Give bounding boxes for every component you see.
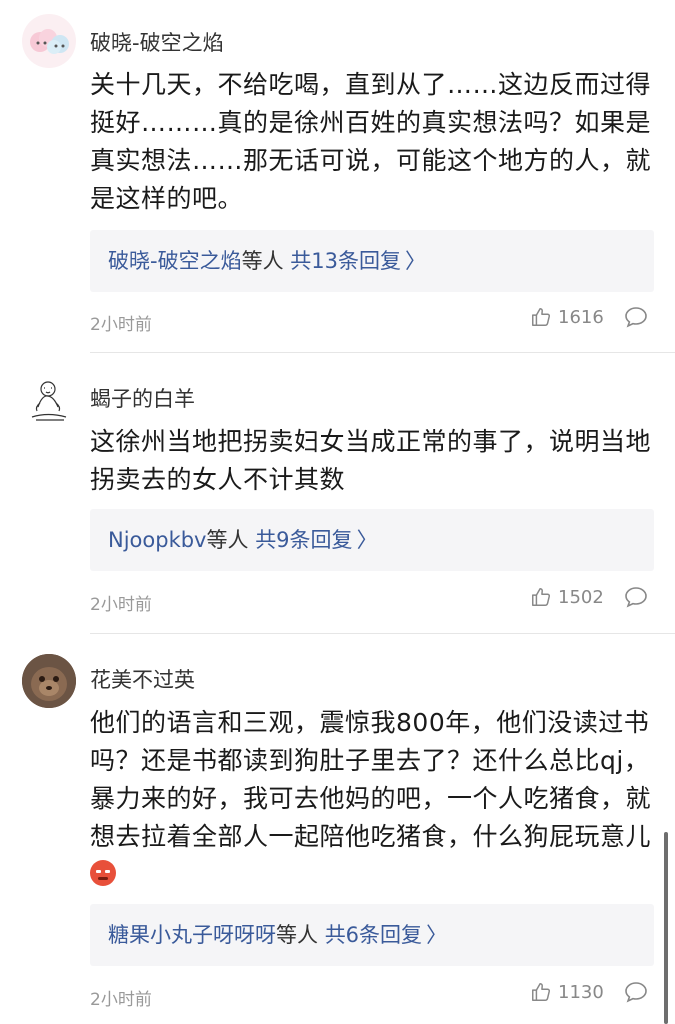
reply-count[interactable]: 共9条回复 — [255, 528, 352, 552]
comment-timestamp: 2小时前 — [90, 990, 152, 1010]
chevron-right-icon: 〉 — [356, 528, 378, 552]
comment-text: 他们的语言和三观，震惊我800年，他们没读过书吗？还是书都读到狗肚子里去了？还什… — [90, 704, 660, 894]
comment-username[interactable]: 花美不过英 — [90, 664, 195, 694]
avatar[interactable] — [22, 373, 76, 427]
comment-text: 关十几天，不给吃喝，直到从了……这边反而过得挺好………真的是徐州百姓的真实想法吗… — [90, 70, 652, 213]
reply-suffix: 等人 — [276, 923, 318, 947]
chevron-right-icon: 〉 — [426, 923, 448, 947]
reply-names[interactable]: Njoopkbv — [108, 528, 207, 552]
thumbs-up-icon — [532, 983, 551, 1001]
sketch-avatar-icon — [31, 381, 67, 421]
like-count: 1502 — [558, 586, 604, 608]
comment-text-content: 他们的语言和三观，震惊我800年，他们没读过书吗？还是书都读到狗肚子里去了？还什… — [90, 708, 652, 851]
comment-item: 花美不过英 他们的语言和三观，震惊我800年，他们没读过书吗？还是书都读到狗肚子… — [0, 634, 675, 1024]
like-button[interactable]: 1502 — [530, 586, 604, 608]
reply-count[interactable]: 共13条回复 — [290, 249, 401, 273]
reply-suffix: 等人 — [206, 528, 249, 552]
reply-summary-button[interactable]: Njoopkbv等人 共9条回复〉 — [90, 509, 654, 571]
like-button[interactable]: 1130 — [530, 981, 604, 1003]
animal-photo-avatar-icon — [22, 654, 76, 708]
comment-item: 蝎子的白羊 这徐州当地把拐卖妇女当成正常的事了，说明当地拐卖去的女人不计其数 N… — [0, 353, 675, 633]
comment-text: 这徐州当地把拐卖妇女当成正常的事了，说明当地拐卖去的女人不计其数 — [90, 427, 652, 494]
clouds-avatar-icon — [30, 29, 69, 54]
like-count: 1616 — [558, 306, 604, 328]
thumbs-up-icon — [532, 588, 551, 606]
reply-summary-button[interactable]: 糖果小丸子呀呀呀等人 共6条回复〉 — [90, 904, 654, 966]
comment-bubble-icon[interactable] — [624, 586, 648, 608]
avatar[interactable] — [22, 14, 76, 68]
thumbs-up-icon — [532, 308, 551, 326]
reply-names[interactable]: 破晓-破空之焰 — [108, 249, 242, 273]
chevron-right-icon: 〉 — [405, 249, 426, 273]
comment-username[interactable]: 蝎子的白羊 — [90, 383, 195, 413]
reply-count[interactable]: 共6条回复 — [325, 923, 422, 947]
reply-names[interactable]: 糖果小丸子呀呀呀 — [108, 923, 276, 947]
scrollbar[interactable] — [664, 832, 668, 1024]
like-button[interactable]: 1616 — [530, 306, 604, 328]
comment-timestamp: 2小时前 — [90, 315, 152, 335]
comment-item: 破晓-破空之焰 关十几天，不给吃喝，直到从了……这边反而过得挺好………真的是徐州… — [0, 0, 675, 352]
like-count: 1130 — [558, 981, 604, 1003]
reply-suffix: 等人 — [241, 249, 284, 273]
comment-timestamp: 2小时前 — [90, 595, 152, 615]
reply-summary-button[interactable]: 破晓-破空之焰等人 共13条回复〉 — [90, 230, 654, 292]
avatar[interactable] — [22, 654, 76, 708]
angry-face-emoji-icon — [90, 860, 116, 886]
comment-bubble-icon[interactable] — [624, 981, 648, 1003]
comment-username[interactable]: 破晓-破空之焰 — [90, 27, 224, 57]
comment-bubble-icon[interactable] — [624, 306, 648, 328]
